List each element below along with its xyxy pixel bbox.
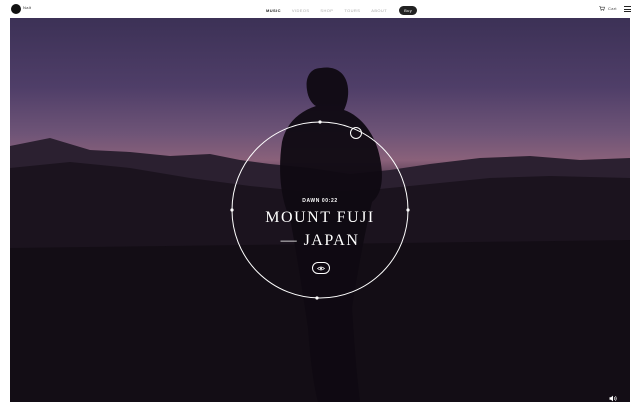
sound-toggle[interactable] — [609, 389, 618, 407]
buy-button[interactable]: Buy — [399, 6, 418, 15]
cart-link[interactable]: Cart — [599, 6, 617, 11]
speaker-icon — [609, 395, 617, 402]
nav-item-about[interactable]: About — [371, 8, 387, 13]
view-button[interactable] — [312, 262, 330, 274]
nav-item-shop[interactable]: Shop — [320, 8, 333, 13]
nav-item-videos[interactable]: Videos — [292, 8, 310, 13]
hero-section: DAWN 00:22 MOUNT FUJI — JAPAN — [10, 18, 630, 402]
brand-name: Nalt — [23, 5, 32, 10]
hamburger-icon[interactable] — [624, 6, 631, 12]
eye-icon — [317, 266, 325, 270]
hero-title-line2: — JAPAN — [280, 232, 360, 249]
cart-icon — [599, 6, 605, 11]
hero-subtitle: DAWN 00:22 — [302, 198, 338, 204]
hero-caption: DAWN 00:22 MOUNT FUJI — JAPAN — [232, 198, 408, 250]
top-navigation-bar: Nalt Music Videos Shop Tours About Buy C… — [0, 0, 640, 18]
nav-item-music[interactable]: Music — [266, 8, 281, 13]
main-nav: Music Videos Shop Tours About Buy — [266, 6, 418, 15]
cart-label: Cart — [608, 6, 617, 11]
hero-title-line1: MOUNT FUJI — [265, 209, 375, 226]
brand-logo[interactable] — [11, 4, 21, 14]
nav-item-tours[interactable]: Tours — [344, 8, 360, 13]
